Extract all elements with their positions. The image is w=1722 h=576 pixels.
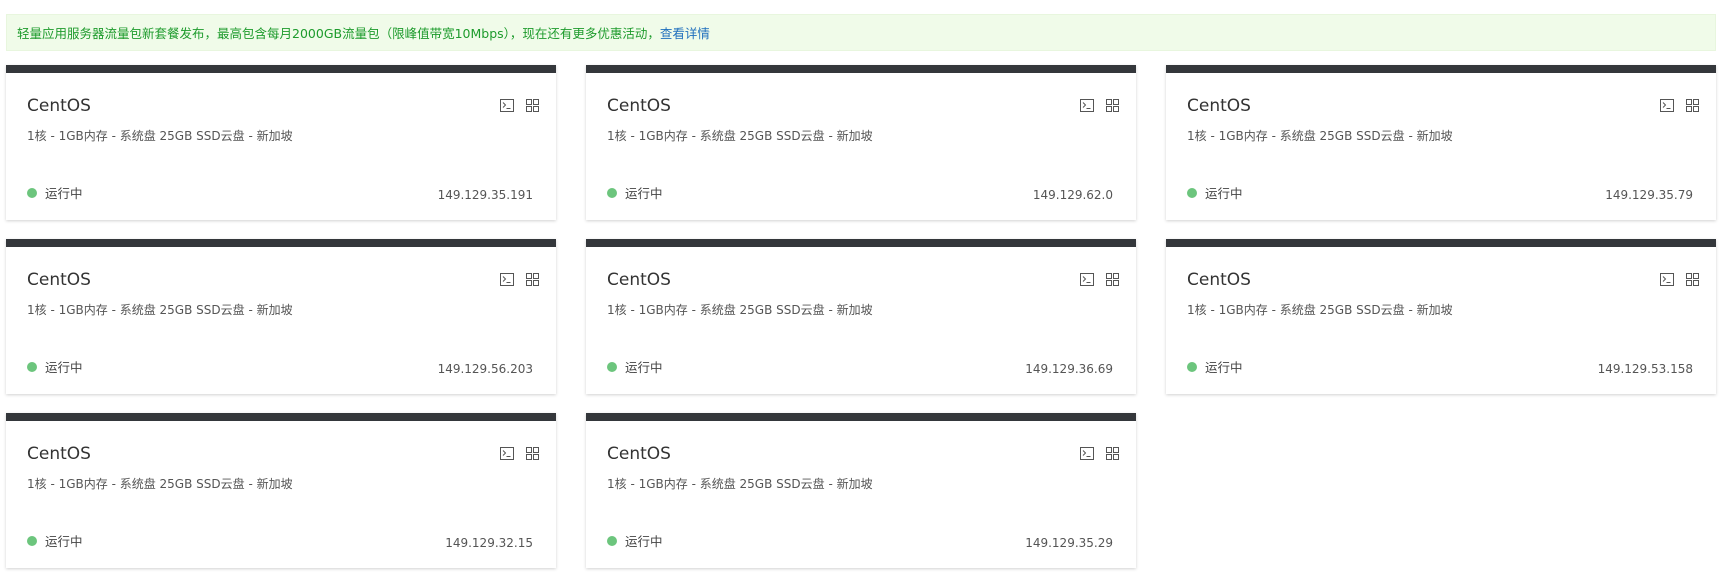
instance-spec: 1核 - 1GB内存 - 系统盘 25GB SSD云盘 - 新加坡 [607,477,873,491]
instance-actions [1079,445,1120,461]
instance-status: 运行中 [607,183,663,202]
instance-card[interactable]: CentOS 1核 - 1GB内存 - 系统盘 25GB SSD云盘 - 新加坡… [586,65,1136,220]
apps-grid-icon[interactable] [524,97,540,113]
status-label: 运行中 [625,186,663,201]
status-label: 运行中 [625,360,663,375]
apps-grid-icon[interactable] [524,271,540,287]
instance-actions [1659,97,1700,113]
status-running-dot [1187,187,1197,198]
apps-grid-icon[interactable] [1684,97,1700,113]
apps-grid-icon[interactable] [1104,445,1120,461]
status-label: 运行中 [625,534,663,549]
instance-os-title: CentOS [607,96,671,116]
status-label: 运行中 [45,534,83,549]
instance-status: 运行中 [607,531,663,550]
instance-status: 运行中 [27,357,83,376]
status-label: 运行中 [45,186,83,201]
instance-ip: 149.129.62.0 [1032,188,1113,202]
instance-ip: 149.129.32.15 [445,536,533,550]
terminal-icon[interactable] [1659,97,1675,113]
instance-card[interactable]: CentOS 1核 - 1GB内存 - 系统盘 25GB SSD云盘 - 新加坡… [1166,65,1716,220]
instance-status: 运行中 [27,183,83,202]
instance-status: 运行中 [1187,357,1243,376]
terminal-icon[interactable] [499,445,515,461]
instance-os-title: CentOS [27,270,91,290]
status-running-dot [607,361,617,372]
instance-actions [1659,271,1700,287]
instance-actions [1079,97,1120,113]
apps-grid-icon[interactable] [1104,271,1120,287]
view-details-link[interactable]: 查看详情 [660,23,710,42]
status-label: 运行中 [1205,360,1243,375]
instance-ip: 149.129.35.79 [1605,188,1693,202]
terminal-icon[interactable] [1659,271,1675,287]
instance-os-title: CentOS [1187,96,1251,116]
instance-ip: 149.129.56.203 [437,362,533,376]
instance-actions [499,445,540,461]
instance-os-title: CentOS [27,96,91,116]
instance-card[interactable]: CentOS 1核 - 1GB内存 - 系统盘 25GB SSD云盘 - 新加坡… [1166,239,1716,394]
status-label: 运行中 [45,360,83,375]
instance-spec: 1核 - 1GB内存 - 系统盘 25GB SSD云盘 - 新加坡 [27,129,293,143]
status-running-dot [607,187,617,198]
instance-card[interactable]: CentOS 1核 - 1GB内存 - 系统盘 25GB SSD云盘 - 新加坡… [6,65,556,220]
apps-grid-icon[interactable] [1684,271,1700,287]
status-running-dot [607,535,617,546]
instance-ip: 149.129.53.158 [1597,362,1693,376]
terminal-icon[interactable] [499,271,515,287]
instance-card-grid: CentOS 1核 - 1GB内存 - 系统盘 25GB SSD云盘 - 新加坡… [6,65,1716,568]
instance-os-title: CentOS [1187,270,1251,290]
page: 轻量应用服务器流量包新套餐发布，最高包含每月2000GB流量包（限峰值带宽10M… [0,0,1722,576]
terminal-icon[interactable] [1079,97,1095,113]
instance-spec: 1核 - 1GB内存 - 系统盘 25GB SSD云盘 - 新加坡 [1187,129,1453,143]
instance-os-title: CentOS [27,444,91,464]
instance-actions [499,97,540,113]
status-running-dot [27,361,37,372]
status-label: 运行中 [1205,186,1243,201]
status-running-dot [27,535,37,546]
instance-spec: 1核 - 1GB内存 - 系统盘 25GB SSD云盘 - 新加坡 [1187,303,1453,317]
instance-card[interactable]: CentOS 1核 - 1GB内存 - 系统盘 25GB SSD云盘 - 新加坡… [586,239,1136,394]
status-running-dot [1187,361,1197,372]
status-running-dot [27,187,37,198]
instance-spec: 1核 - 1GB内存 - 系统盘 25GB SSD云盘 - 新加坡 [27,477,293,491]
instance-status: 运行中 [607,357,663,376]
instance-card[interactable]: CentOS 1核 - 1GB内存 - 系统盘 25GB SSD云盘 - 新加坡… [6,239,556,394]
instance-actions [499,271,540,287]
instance-os-title: CentOS [607,444,671,464]
instance-spec: 1核 - 1GB内存 - 系统盘 25GB SSD云盘 - 新加坡 [27,303,293,317]
terminal-icon[interactable] [499,97,515,113]
instance-card[interactable]: CentOS 1核 - 1GB内存 - 系统盘 25GB SSD云盘 - 新加坡… [6,413,556,568]
terminal-icon[interactable] [1079,445,1095,461]
promo-notice-text: 轻量应用服务器流量包新套餐发布，最高包含每月2000GB流量包（限峰值带宽10M… [17,26,660,41]
instance-os-title: CentOS [607,270,671,290]
apps-grid-icon[interactable] [524,445,540,461]
instance-spec: 1核 - 1GB内存 - 系统盘 25GB SSD云盘 - 新加坡 [607,129,873,143]
instance-status: 运行中 [27,531,83,550]
apps-grid-icon[interactable] [1104,97,1120,113]
instance-ip: 149.129.35.191 [437,188,533,202]
instance-ip: 149.129.35.29 [1025,536,1113,550]
instance-spec: 1核 - 1GB内存 - 系统盘 25GB SSD云盘 - 新加坡 [607,303,873,317]
instance-actions [1079,271,1120,287]
instance-status: 运行中 [1187,183,1243,202]
instance-ip: 149.129.36.69 [1025,362,1113,376]
terminal-icon[interactable] [1079,271,1095,287]
instance-card[interactable]: CentOS 1核 - 1GB内存 - 系统盘 25GB SSD云盘 - 新加坡… [586,413,1136,568]
promo-notice-banner: 轻量应用服务器流量包新套餐发布，最高包含每月2000GB流量包（限峰值带宽10M… [6,14,1716,51]
